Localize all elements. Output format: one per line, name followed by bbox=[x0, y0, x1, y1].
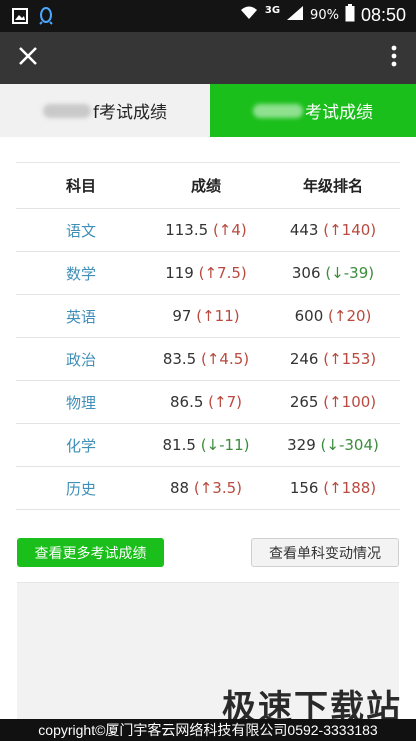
subject-link[interactable]: 化学 bbox=[16, 424, 146, 467]
close-icon bbox=[18, 46, 38, 70]
score-cell: 113.5 (↑4) bbox=[146, 209, 266, 252]
table-row: 化学 81.5 (↓-11) 329 (↓-304) bbox=[16, 424, 400, 467]
score-cell: 97 (↑11) bbox=[146, 295, 266, 338]
browser-toolbar bbox=[0, 32, 416, 84]
rank-cell: 443 (↑140) bbox=[266, 209, 400, 252]
view-subject-changes-button[interactable]: 查看单科变动情况 bbox=[251, 538, 399, 567]
subject-link[interactable]: 政治 bbox=[16, 338, 146, 381]
status-bar-notifications bbox=[12, 7, 54, 29]
score-change: (↑3.5) bbox=[193, 479, 242, 497]
network-type: 3G bbox=[264, 4, 281, 16]
score-panel: 科目 成绩 年级排名 语文 113.5 (↑4) 443 (↑140) 数学 119 (… bbox=[16, 162, 400, 510]
rank-change: (↓-304) bbox=[320, 436, 379, 454]
score-table-body: 语文 113.5 (↑4) 443 (↑140) 数学 119 (↑7.5) 306 (↓… bbox=[16, 209, 400, 510]
wifi-icon bbox=[239, 5, 259, 25]
subject-link[interactable]: 历史 bbox=[16, 467, 146, 510]
gallery-icon bbox=[12, 8, 28, 28]
battery-icon bbox=[345, 4, 355, 26]
score-cell: 86.5 (↑7) bbox=[146, 381, 266, 424]
score-cell: 81.5 (↓-11) bbox=[146, 424, 266, 467]
rank-value: 246 bbox=[289, 350, 319, 368]
rank-cell: 329 (↓-304) bbox=[266, 424, 400, 467]
subject-link[interactable]: 语文 bbox=[16, 209, 146, 252]
redacted-text bbox=[43, 103, 91, 118]
header-score: 成绩 bbox=[146, 162, 266, 209]
score-change: (↑7) bbox=[208, 393, 242, 411]
rank-cell: 246 (↑153) bbox=[266, 338, 400, 381]
rank-cell: 306 (↓-39) bbox=[266, 252, 400, 295]
tab-label: f考试成绩 bbox=[93, 103, 167, 123]
status-bar: 3G 90% 08:50 bbox=[0, 0, 416, 32]
tab-current-exam[interactable]: 考试成绩 bbox=[210, 84, 416, 137]
subject-link[interactable]: 英语 bbox=[16, 295, 146, 338]
rank-change: (↑188) bbox=[323, 479, 377, 497]
score-change: (↑11) bbox=[196, 307, 240, 325]
table-row: 语文 113.5 (↑4) 443 (↑140) bbox=[16, 209, 400, 252]
rank-change: (↑140) bbox=[323, 221, 377, 239]
score-value: 81.5 bbox=[162, 436, 196, 454]
rank-value: 156 bbox=[289, 479, 319, 497]
more-vertical-icon bbox=[391, 45, 397, 71]
table-row: 数学 119 (↑7.5) 306 (↓-39) bbox=[16, 252, 400, 295]
score-change: (↓-11) bbox=[200, 436, 250, 454]
rank-change: (↑20) bbox=[328, 307, 372, 325]
tab-previous-exam[interactable]: f考试成绩 bbox=[0, 84, 210, 137]
rank-value: 306 bbox=[291, 264, 321, 282]
score-change: (↑4.5) bbox=[201, 350, 250, 368]
redacted-text bbox=[253, 103, 303, 118]
score-cell: 119 (↑7.5) bbox=[146, 252, 266, 295]
score-cell: 88 (↑3.5) bbox=[146, 467, 266, 510]
tab-label: 考试成绩 bbox=[305, 103, 373, 123]
header-subject: 科目 bbox=[16, 162, 146, 209]
table-row: 政治 83.5 (↑4.5) 246 (↑153) bbox=[16, 338, 400, 381]
table-row: 英语 97 (↑11) 600 (↑20) bbox=[16, 295, 400, 338]
rank-value: 600 bbox=[294, 307, 324, 325]
more-menu-button[interactable] bbox=[384, 40, 404, 76]
score-value: 113.5 bbox=[165, 221, 209, 239]
status-bar-system: 3G 90% 08:50 bbox=[239, 4, 406, 26]
score-value: 88 bbox=[169, 479, 190, 497]
table-header-row: 科目 成绩 年级排名 bbox=[16, 162, 400, 209]
signal-icon bbox=[286, 5, 304, 25]
battery-percent: 90% bbox=[310, 7, 339, 23]
score-cell: 83.5 (↑4.5) bbox=[146, 338, 266, 381]
table-row: 历史 88 (↑3.5) 156 (↑188) bbox=[16, 467, 400, 510]
subject-link[interactable]: 数学 bbox=[16, 252, 146, 295]
copyright-footer: copyright©厦门宇客云网络科技有限公司0592-3333183 bbox=[0, 719, 416, 741]
rank-cell: 156 (↑188) bbox=[266, 467, 400, 510]
score-value: 83.5 bbox=[162, 350, 197, 368]
view-more-exams-button[interactable]: 查看更多考试成绩 bbox=[17, 538, 164, 567]
rank-change: (↑153) bbox=[323, 350, 377, 368]
rank-change: (↑100) bbox=[323, 393, 377, 411]
score-value: 119 bbox=[165, 264, 194, 282]
score-change: (↑4) bbox=[212, 221, 247, 239]
rank-change: (↓-39) bbox=[325, 264, 375, 282]
rank-value: 329 bbox=[287, 436, 316, 454]
clock: 08:50 bbox=[360, 4, 406, 25]
rank-value: 265 bbox=[289, 393, 319, 411]
score-value: 86.5 bbox=[169, 393, 204, 411]
score-value: 97 bbox=[172, 307, 192, 325]
score-table: 科目 成绩 年级排名 语文 113.5 (↑4) 443 (↑140) 数学 119 (… bbox=[16, 162, 400, 510]
close-button[interactable] bbox=[10, 40, 46, 76]
qq-icon bbox=[38, 7, 54, 29]
header-rank: 年级排名 bbox=[266, 162, 400, 209]
rank-value: 443 bbox=[289, 221, 319, 239]
table-row: 物理 86.5 (↑7) 265 (↑100) bbox=[16, 381, 400, 424]
rank-cell: 600 (↑20) bbox=[266, 295, 400, 338]
subject-link[interactable]: 物理 bbox=[16, 381, 146, 424]
score-change: (↑7.5) bbox=[198, 264, 247, 282]
exam-tabs: f考试成绩 考试成绩 bbox=[0, 84, 416, 137]
rank-cell: 265 (↑100) bbox=[266, 381, 400, 424]
